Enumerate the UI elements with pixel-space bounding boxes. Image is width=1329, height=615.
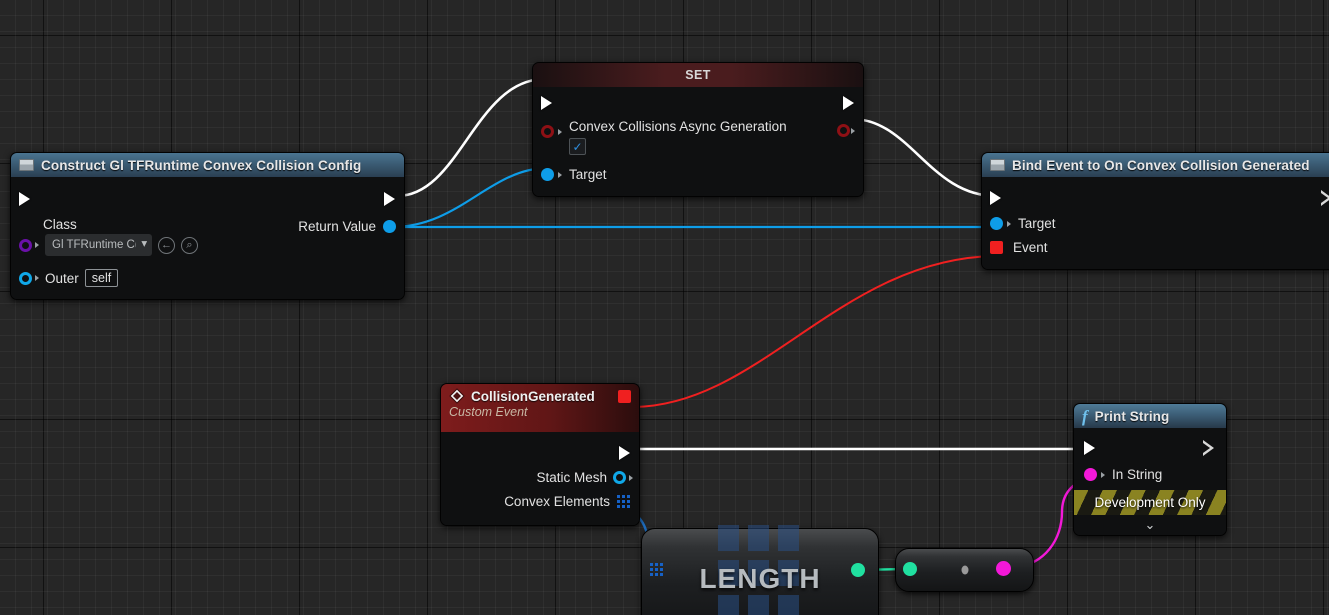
class-select[interactable]: Gl TFRuntime C( ▾ (45, 234, 152, 256)
node-body: In String Development Only ⌄ (1074, 428, 1226, 535)
node-body: Class Gl TFRuntime C( ▾ ← ⌕ Outer self R… (11, 177, 404, 299)
node-body: Target Event (982, 177, 1329, 269)
in-string-pin[interactable] (1084, 468, 1097, 481)
development-only-label: Development Only (1094, 495, 1206, 510)
class-select-value: Gl TFRuntime C( (52, 239, 137, 251)
bool-output-pin[interactable] (837, 124, 850, 137)
search-icon[interactable]: ⌕ (181, 236, 198, 254)
exec-out-pin[interactable] (843, 95, 855, 111)
exec-in-pin[interactable] (541, 95, 553, 111)
exec-out-pin[interactable] (619, 445, 631, 461)
node-body: Convex Collisions Async Generation ✓ Tar… (533, 87, 863, 196)
development-only-banner: Development Only (1074, 490, 1226, 515)
node-construct-gltfruntime-convex-collision-config[interactable]: Construct Gl TFRuntime Convex Collision … (10, 152, 405, 300)
exec-out-pin[interactable] (384, 191, 396, 207)
outer-pin-arrow (35, 275, 39, 281)
node-title-bar[interactable]: f Print String (1074, 404, 1226, 428)
exec-row (11, 183, 404, 215)
node-title: Bind Event to On Convex Collision Genera… (1012, 157, 1310, 173)
length-int-output-pin-wrap (851, 563, 865, 577)
length-array-input-pin-wrap (650, 563, 663, 576)
node-title: LENGTH (699, 563, 821, 594)
exec-out-pin[interactable] (1321, 190, 1329, 206)
outer-value-field[interactable]: self (84, 269, 119, 287)
static-mesh-pin-label: Static Mesh (536, 470, 607, 485)
property-label: Convex Collisions Async Generation (569, 119, 787, 134)
target-pin[interactable] (541, 168, 554, 181)
int-output-pin[interactable] (851, 563, 865, 577)
target-pin-label: Target (569, 167, 607, 182)
node-set-convex-collisions-async-generation[interactable]: SET Convex Collisions Async Generation ✓ (532, 62, 864, 197)
return-value-pin[interactable] (383, 220, 396, 233)
node-title: CollisionGenerated (471, 388, 595, 404)
class-pin[interactable] (19, 238, 32, 252)
exec-out-pin[interactable] (1203, 440, 1216, 456)
node-array-length[interactable]: LENGTH (641, 525, 879, 615)
array-grid-icon[interactable] (650, 563, 663, 576)
class-pin-label: Class (43, 217, 77, 232)
node-title: Print String (1094, 408, 1170, 424)
node-title-bar[interactable]: SET (533, 63, 863, 87)
delegate-output-pin[interactable] (618, 389, 631, 403)
outer-pin[interactable] (19, 271, 32, 285)
chevron-down-icon: ▾ (141, 239, 147, 251)
property-checkbox[interactable]: ✓ (569, 138, 586, 155)
class-icon (19, 159, 34, 171)
convex-elements-pin-label: Convex Elements (504, 494, 610, 509)
function-f-icon: f (1082, 406, 1088, 426)
node-body: Static Mesh Convex Elements (441, 432, 639, 525)
exec-in-pin[interactable] (19, 191, 31, 207)
node-title-bar[interactable]: Construct Gl TFRuntime Convex Collision … (11, 153, 404, 177)
node-title-bar[interactable]: Bind Event to On Convex Collision Genera… (982, 153, 1329, 177)
in-string-pin-arrow (1101, 471, 1105, 478)
target-pin[interactable] (990, 217, 1003, 230)
static-mesh-pin[interactable] (613, 471, 626, 484)
outer-pin-label: Outer (45, 270, 79, 286)
bool-output-pin-arrow (851, 127, 855, 134)
blueprint-graph-canvas[interactable]: Construct Gl TFRuntime Convex Collision … (0, 0, 1329, 615)
to-string-output-pin-wrap (996, 561, 1011, 576)
target-pin-arrow (558, 171, 562, 178)
node-subtitle: Custom Event (449, 405, 528, 419)
event-delegate-pin[interactable] (990, 241, 1003, 254)
node-title: Construct Gl TFRuntime Convex Collision … (41, 157, 362, 173)
exec-in-pin[interactable] (1084, 440, 1096, 456)
in-string-pin-label: In String (1112, 467, 1163, 482)
class-icon (990, 159, 1005, 171)
advanced-expander-button[interactable]: ⌄ (1074, 515, 1226, 535)
browse-asset-button[interactable]: ← (158, 236, 175, 254)
event-pin-label: Event (1013, 240, 1048, 255)
array-grid-icon[interactable] (617, 495, 630, 508)
conversion-dot-icon (961, 565, 968, 575)
return-value-label: Return Value (298, 219, 376, 234)
node-title: SET (685, 68, 711, 82)
target-pin-label: Target (1018, 216, 1056, 231)
static-mesh-pin-arrow (629, 474, 633, 481)
node-bind-event-to-on-convex-collision-generated[interactable]: Bind Event to On Convex Collision Genera… (981, 152, 1329, 270)
node-title-bar[interactable]: CollisionGenerated Custom Event (441, 384, 639, 432)
bool-input-pin[interactable] (541, 125, 554, 138)
string-output-pin[interactable] (996, 561, 1011, 576)
bool-input-pin-arrow (558, 129, 562, 135)
event-diamond-icon (449, 388, 465, 404)
node-print-string[interactable]: f Print String In String Development Onl… (1073, 403, 1227, 536)
to-string-input-pin-wrap (903, 562, 917, 576)
class-pin-arrow (35, 242, 39, 248)
exec-in-pin[interactable] (990, 190, 1002, 206)
node-custom-event-collisiongenerated[interactable]: CollisionGenerated Custom Event Static M… (440, 383, 640, 526)
target-pin-arrow (1007, 220, 1011, 227)
int-input-pin[interactable] (903, 562, 917, 576)
